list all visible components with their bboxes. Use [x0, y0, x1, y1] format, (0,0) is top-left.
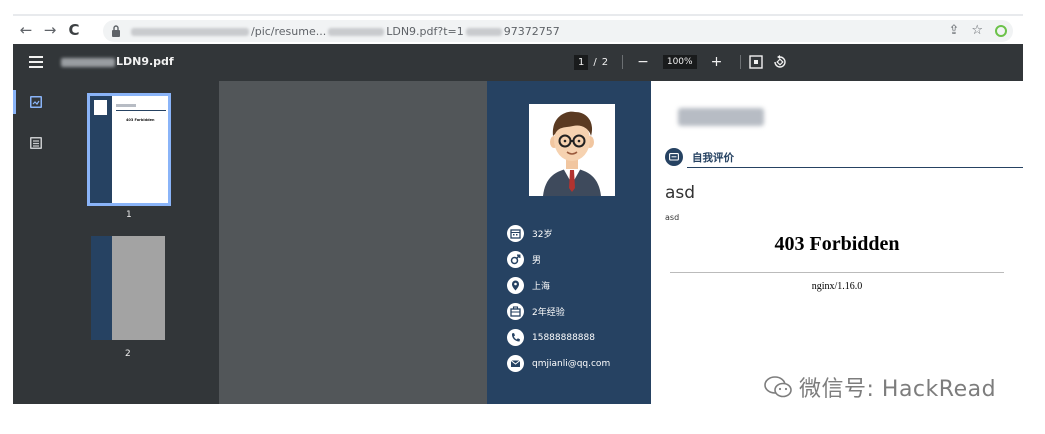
wechat-logo-icon [764, 376, 792, 398]
url-redacted-segment [131, 27, 249, 36]
thumbnail-name-line [116, 104, 136, 107]
info-email: qmjianli@qq.com [532, 358, 611, 369]
info-phone: 15888888888 [532, 332, 595, 343]
section-title: 自我评价 [692, 151, 734, 164]
info-row-email: qmjianli@qq.com [507, 355, 610, 372]
wechat-watermark: 微信号: HackRead [763, 371, 996, 403]
thumbnail-section-line [116, 110, 166, 111]
browser-toolbar: ← → C /pic/resume... LDN9.pdf?t=1 97372757… [13, 14, 1023, 44]
briefcase-icon [507, 303, 524, 320]
page-controls: 1 / 2 − 100% + [574, 54, 787, 70]
toolbar-divider [622, 55, 624, 69]
email-icon [507, 355, 524, 372]
extension-icon[interactable] [995, 24, 1007, 37]
thumbnail-avatar [94, 100, 107, 115]
section-header: 自我评价 [665, 148, 734, 166]
thumbnail-sidebar-strip [90, 96, 112, 203]
toolbar-divider [740, 55, 742, 69]
avatar [529, 104, 615, 196]
info-experience: 2年经验 [532, 308, 565, 318]
thumbnail-label-2: 2 [125, 349, 131, 359]
info-row-phone: 15888888888 [507, 329, 595, 346]
screenshot-frame: ← → C /pic/resume... LDN9.pdf?t=1 97372757… [0, 0, 1045, 434]
document-title: LDN9.pdf [61, 55, 174, 68]
address-bar[interactable]: /pic/resume... LDN9.pdf?t=1 97372757 ⇪ ☆ [103, 20, 1013, 42]
back-arrow-icon[interactable]: ← [15, 19, 37, 41]
location-icon [507, 277, 524, 294]
resume-right-column: 自我评价 asd asd 403 Forbidden nginx/1.16.0 [651, 81, 1023, 404]
resume-left-column: 32岁 男 上海 2年经验 15888888888 qmjianli@qq.co… [487, 81, 651, 404]
active-indicator [13, 90, 16, 114]
sidebar-nav [13, 81, 49, 404]
url-redacted-segment [465, 27, 502, 36]
info-row-experience: 2年经验 [507, 303, 565, 320]
title-redacted-segment [61, 57, 115, 67]
watermark-text: 微信号: HackRead [799, 377, 997, 402]
avatar-illustration [543, 111, 601, 196]
self-eval-heading: asd [665, 183, 696, 203]
url-text: /pic/resume... LDN9.pdf?t=1 97372757 [129, 25, 560, 38]
server-signature: nginx/1.16.0 [811, 281, 863, 292]
page-separator: / [593, 56, 597, 68]
info-row-age: 32岁 [507, 225, 552, 242]
thumbnail-sidebar: 403 Forbidden 1 2 [13, 81, 219, 404]
lock-icon [112, 25, 120, 37]
page-thumbnail-1[interactable]: 403 Forbidden [87, 93, 171, 206]
info-age: 32岁 [532, 230, 553, 240]
calendar-icon [507, 225, 524, 242]
redacted-name [678, 108, 764, 126]
viewer-canvas [219, 81, 487, 404]
pdf-toolbar: LDN9.pdf 1 / 2 − 100% + [13, 44, 1023, 81]
info-row-gender: 男 [507, 251, 541, 268]
address-bar-actions: ⇪ ☆ [948, 23, 1007, 38]
thumbnail-sidebar-strip [91, 236, 112, 340]
phone-icon [507, 329, 524, 346]
total-pages: 2 [601, 56, 609, 68]
thumbnails-icon[interactable] [30, 96, 42, 108]
thumbnail-label-1: 1 [126, 210, 132, 220]
male-icon [507, 251, 524, 268]
outline-icon[interactable] [30, 137, 42, 149]
zoom-input[interactable]: 100% [662, 55, 697, 69]
self-eval-text: asd [665, 213, 680, 222]
thumbnail-error-text: 403 Forbidden [126, 118, 155, 122]
forward-arrow-icon[interactable]: → [39, 19, 61, 41]
fit-page-icon[interactable] [749, 55, 764, 69]
reload-icon[interactable]: C [63, 19, 85, 41]
info-gender: 男 [532, 256, 542, 266]
section-divider [687, 167, 1023, 168]
current-page-input[interactable]: 1 [574, 54, 589, 70]
menu-icon[interactable] [29, 56, 43, 68]
url-redacted-segment [328, 27, 385, 36]
share-icon[interactable]: ⇪ [948, 23, 959, 38]
zoom-out-button[interactable]: − [637, 54, 649, 70]
error-divider [670, 272, 1004, 273]
info-row-location: 上海 [507, 277, 550, 294]
zoom-in-button[interactable]: + [711, 54, 723, 70]
error-heading: 403 Forbidden [774, 233, 900, 255]
bookmark-star-icon[interactable]: ☆ [971, 23, 983, 38]
comment-icon [665, 148, 683, 166]
info-location: 上海 [532, 282, 551, 292]
page-thumbnail-2[interactable] [91, 236, 165, 340]
rotate-icon[interactable] [773, 55, 787, 69]
